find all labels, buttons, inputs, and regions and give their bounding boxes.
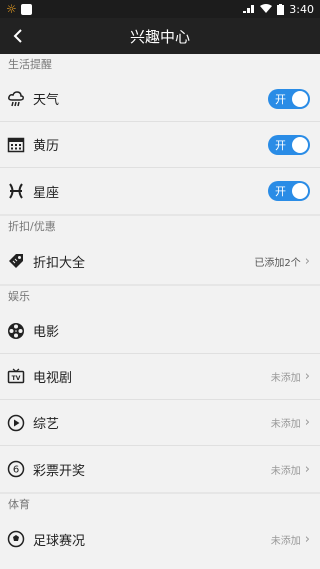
chevron-right-icon: › [304,369,310,384]
section-title-entertainment: 娱乐 [8,290,30,303]
calendar-icon [7,136,25,154]
row-zodiac[interactable]: 星座 开 [0,168,320,214]
signal-icon [243,4,255,14]
section-title-discount: 折扣/优惠 [8,220,56,233]
chevron-right-icon: › [304,531,310,547]
almanac-toggle[interactable]: 开 [268,134,310,155]
soccer-icon [7,530,25,548]
section-title-life: 生活提醒 [8,58,52,71]
weather-icon [7,90,25,108]
film-reel-icon [7,322,25,340]
tag-icon [7,252,25,270]
page-title: 兴趣中心 [129,27,190,46]
toggle-knob [292,136,308,153]
status-bar: ☼ 3:40 [0,0,320,18]
tv-icon: TV [7,368,25,386]
row-label: 彩票开奖 [33,463,86,479]
svg-text:6: 6 [13,465,19,476]
back-button[interactable] [0,18,36,54]
zodiac-icon [7,182,25,200]
wifi-icon [260,4,273,14]
play-icon [7,414,25,432]
row-label: 黄历 [33,139,60,154]
row-movies[interactable]: 电影 [0,308,320,354]
battery-icon [277,3,285,15]
toggle-knob [292,183,308,199]
not-added-status: 未添加 [270,465,301,477]
row-label: 足球赛况 [33,533,86,549]
lottery-icon: 6 [7,460,25,478]
row-variety[interactable]: 综艺 未添加 › [0,400,320,446]
row-label: 天气 [33,93,60,108]
added-count: 已添加2个 [254,257,301,269]
chevron-right-icon: › [304,461,310,477]
chevron-right-icon: › [304,253,310,269]
row-tv-series[interactable]: TV 电视剧 未添加 › [0,354,320,400]
toggle-label: 开 [275,92,286,106]
notification-icon [20,3,32,15]
zodiac-toggle[interactable]: 开 [268,181,310,201]
section-title-sports: 体育 [8,498,30,511]
not-added-status: 未添加 [270,373,301,384]
header-bar: 兴趣中心 [0,18,320,54]
not-added-status: 未添加 [270,419,301,430]
row-lottery[interactable]: 6 彩票开奖 未添加 › [0,446,320,492]
back-arrow-icon [13,29,22,43]
toggle-label: 开 [275,138,286,152]
row-label: 电影 [33,325,60,340]
not-added-status: 未添加 [270,535,301,547]
chevron-right-icon: › [304,415,310,430]
row-almanac[interactable]: 黄历 开 [0,122,320,168]
row-label: 折扣大全 [33,255,86,271]
sun-icon: ☼ [6,2,17,16]
weather-toggle[interactable]: 开 [268,88,310,109]
row-label: 综艺 [33,417,60,432]
svg-text:TV: TV [12,375,21,382]
row-label: 电视剧 [33,371,73,386]
toggle-label: 开 [275,185,286,198]
row-label: 星座 [33,185,60,201]
row-discounts[interactable]: 折扣大全 已添加2个 › [0,238,320,284]
row-football[interactable]: 足球赛况 未添加 › [0,516,320,562]
toggle-knob [292,90,308,107]
status-time: 3:40 [289,2,314,16]
row-weather[interactable]: 天气 开 [0,76,320,122]
